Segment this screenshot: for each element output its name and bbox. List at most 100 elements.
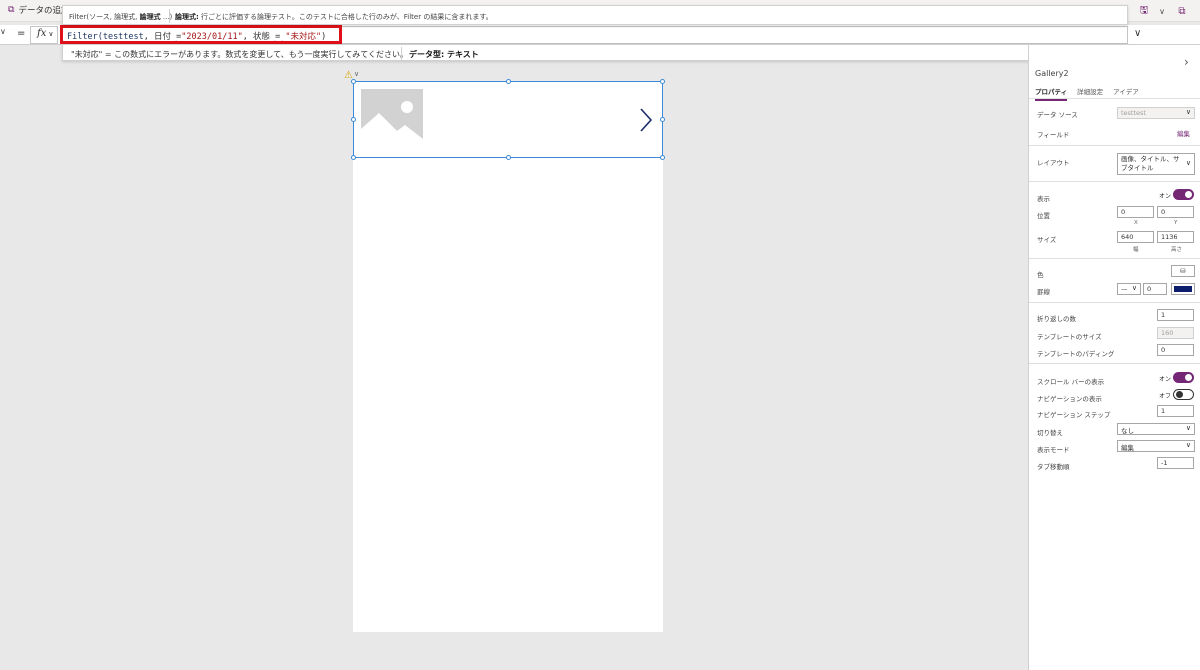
navigation-toggle[interactable]: [1173, 389, 1194, 400]
transition-value: なし: [1121, 427, 1134, 435]
data-type: データ型: テキスト: [409, 49, 479, 60]
image-placeholder-icon[interactable]: [361, 89, 423, 151]
chevron-down-icon: ∨: [1185, 108, 1191, 116]
scrollbar-state: オン: [1159, 376, 1172, 383]
signature-bold: 論理式: [139, 13, 161, 21]
param-name: 論理式:: [175, 13, 199, 21]
transition-dropdown[interactable]: なし ∨: [1117, 423, 1195, 435]
formula-op2: =: [269, 32, 286, 42]
param-text: 行ごとに評価する論理テスト。このテストに合格した行のみが、Filter の結果に…: [198, 13, 493, 21]
visible-state: オン: [1159, 193, 1172, 200]
fx-label: fx: [37, 28, 47, 39]
chevron-right-icon[interactable]: [638, 107, 654, 133]
data-type-value: テキスト: [446, 50, 479, 59]
resize-handle[interactable]: [660, 155, 665, 160]
fields-edit-link[interactable]: 編集: [1177, 128, 1190, 138]
layout-value: 画像、タイトル、サブタイトル: [1121, 155, 1180, 172]
layout-dropdown[interactable]: 画像、タイトル、サブタイトル ∨: [1117, 153, 1195, 175]
fields-label: フィールド: [1037, 131, 1070, 139]
divider: [169, 9, 170, 23]
divider: [1029, 145, 1200, 146]
property-dropdown[interactable]: ∨: [0, 27, 10, 43]
position-y-input[interactable]: 0: [1157, 206, 1194, 218]
border-color-swatch: [1174, 286, 1192, 292]
fill-color-button[interactable]: ⛁: [1171, 265, 1195, 277]
formula-input[interactable]: Filter(testtest, 日付 ="2023/01/11", 状態 = …: [62, 26, 1128, 44]
resize-handle[interactable]: [660, 79, 665, 84]
color-label: 色: [1037, 271, 1044, 279]
tab-index-input[interactable]: -1: [1157, 457, 1194, 469]
signature-prefix: Filter(ソース, 論理式,: [69, 13, 140, 21]
nav-step-label: ナビゲーション ステップ: [1037, 411, 1111, 419]
signature-text: Filter(ソース, 論理式, 論理式 ...): [69, 12, 172, 22]
formula-bar: ∨ = fx ∨ Filter(testtest, 日付 ="2023/01/11…: [0, 25, 1200, 45]
dropdown-icon[interactable]: ∨: [1155, 4, 1169, 18]
resize-handle[interactable]: [506, 79, 511, 84]
app-screen[interactable]: [353, 81, 663, 632]
divider: [401, 47, 402, 60]
resize-handle[interactable]: [506, 155, 511, 160]
display-mode-value: 編集: [1121, 444, 1134, 452]
navigation-state: オフ: [1159, 393, 1172, 400]
y-label: Y: [1174, 220, 1178, 226]
data-source-dropdown[interactable]: testtest ∨: [1117, 107, 1195, 119]
template-size-label: テンプレートのサイズ: [1037, 333, 1102, 341]
formula-close: ): [321, 32, 327, 42]
border-color-button[interactable]: [1171, 283, 1195, 295]
template-padding-label: テンプレートのパディング: [1037, 350, 1115, 358]
equals-sign: =: [17, 28, 26, 39]
visible-toggle[interactable]: [1173, 189, 1194, 200]
size-width-input[interactable]: 640: [1117, 231, 1154, 243]
nav-step-input[interactable]: 1: [1157, 405, 1194, 417]
paint-bucket-icon: ⛁: [1180, 267, 1186, 275]
visible-label: 表示: [1037, 195, 1050, 203]
border-style-dropdown[interactable]: — ∨: [1117, 283, 1141, 295]
chevron-down-icon: ∨: [1185, 424, 1191, 432]
display-mode-label: 表示モード: [1037, 446, 1070, 454]
position-x-input[interactable]: 0: [1117, 206, 1154, 218]
chevron-down-icon: ∨: [1131, 284, 1137, 292]
position-label: 位置: [1037, 212, 1050, 220]
error-message: "未対応" = この数式にエラーがあります。数式を変更して、もう一度実行してみて…: [71, 50, 408, 59]
save-icon[interactable]: 🖫: [1137, 4, 1151, 18]
template-padding-input[interactable]: 0: [1157, 344, 1194, 356]
formula-error-tooltip: "未対応" = この数式にエラーがあります。数式を変更して、もう一度実行してみて…: [62, 44, 1128, 61]
divider: [1029, 98, 1200, 99]
data-type-label: データ型:: [409, 50, 447, 59]
template-size-input[interactable]: 160: [1157, 327, 1194, 339]
chevron-down-icon: ∨: [48, 30, 54, 38]
scrollbar-toggle[interactable]: [1173, 372, 1194, 383]
border-width-input[interactable]: 0: [1143, 283, 1167, 295]
formula-fn: Filter(: [67, 32, 103, 42]
data-source-value: testtest: [1121, 109, 1146, 117]
tab-index-label: タブ移動順: [1037, 463, 1070, 471]
app-icon: ⧉: [8, 5, 15, 15]
share-icon[interactable]: ⧉: [1175, 4, 1189, 18]
layout-label: レイアウト: [1037, 159, 1070, 167]
formula-val1: "2023/01/11": [181, 32, 243, 42]
fx-button[interactable]: fx ∨: [30, 26, 58, 44]
chevron-down-icon[interactable]: ∨: [354, 70, 359, 78]
resize-handle[interactable]: [660, 117, 665, 122]
display-mode-dropdown[interactable]: 編集 ∨: [1117, 440, 1195, 452]
border-label: 罫線: [1037, 288, 1050, 296]
signature-suffix: ...): [160, 13, 173, 21]
app-title[interactable]: ⧉ データの追加: [8, 4, 69, 16]
resize-handle[interactable]: [351, 155, 356, 160]
param-description: 論理式: 行ごとに評価する論理テスト。このテストに合格した行のみが、Filter…: [175, 12, 493, 22]
wrap-count-input[interactable]: 1: [1157, 309, 1194, 321]
line-style-icon: —: [1121, 285, 1128, 293]
formula-sep1: ,: [143, 32, 155, 42]
divider: [1029, 181, 1200, 182]
properties-panel: › Gallery2 プロパティ 詳細設定 アイデア データ ソース testt…: [1028, 45, 1200, 670]
resize-handle[interactable]: [351, 117, 356, 122]
h-label: 高さ: [1171, 247, 1183, 253]
resize-handle[interactable]: [351, 79, 356, 84]
chevron-down-icon: ∨: [1185, 441, 1191, 449]
formula-sep2: ,: [242, 32, 253, 42]
size-height-input[interactable]: 1136: [1157, 231, 1194, 243]
chevron-right-icon[interactable]: ›: [1184, 55, 1189, 69]
control-name: Gallery2: [1035, 69, 1069, 78]
formula-val2: "未対応": [285, 32, 322, 42]
expand-formula-icon[interactable]: ∨: [1134, 28, 1141, 39]
